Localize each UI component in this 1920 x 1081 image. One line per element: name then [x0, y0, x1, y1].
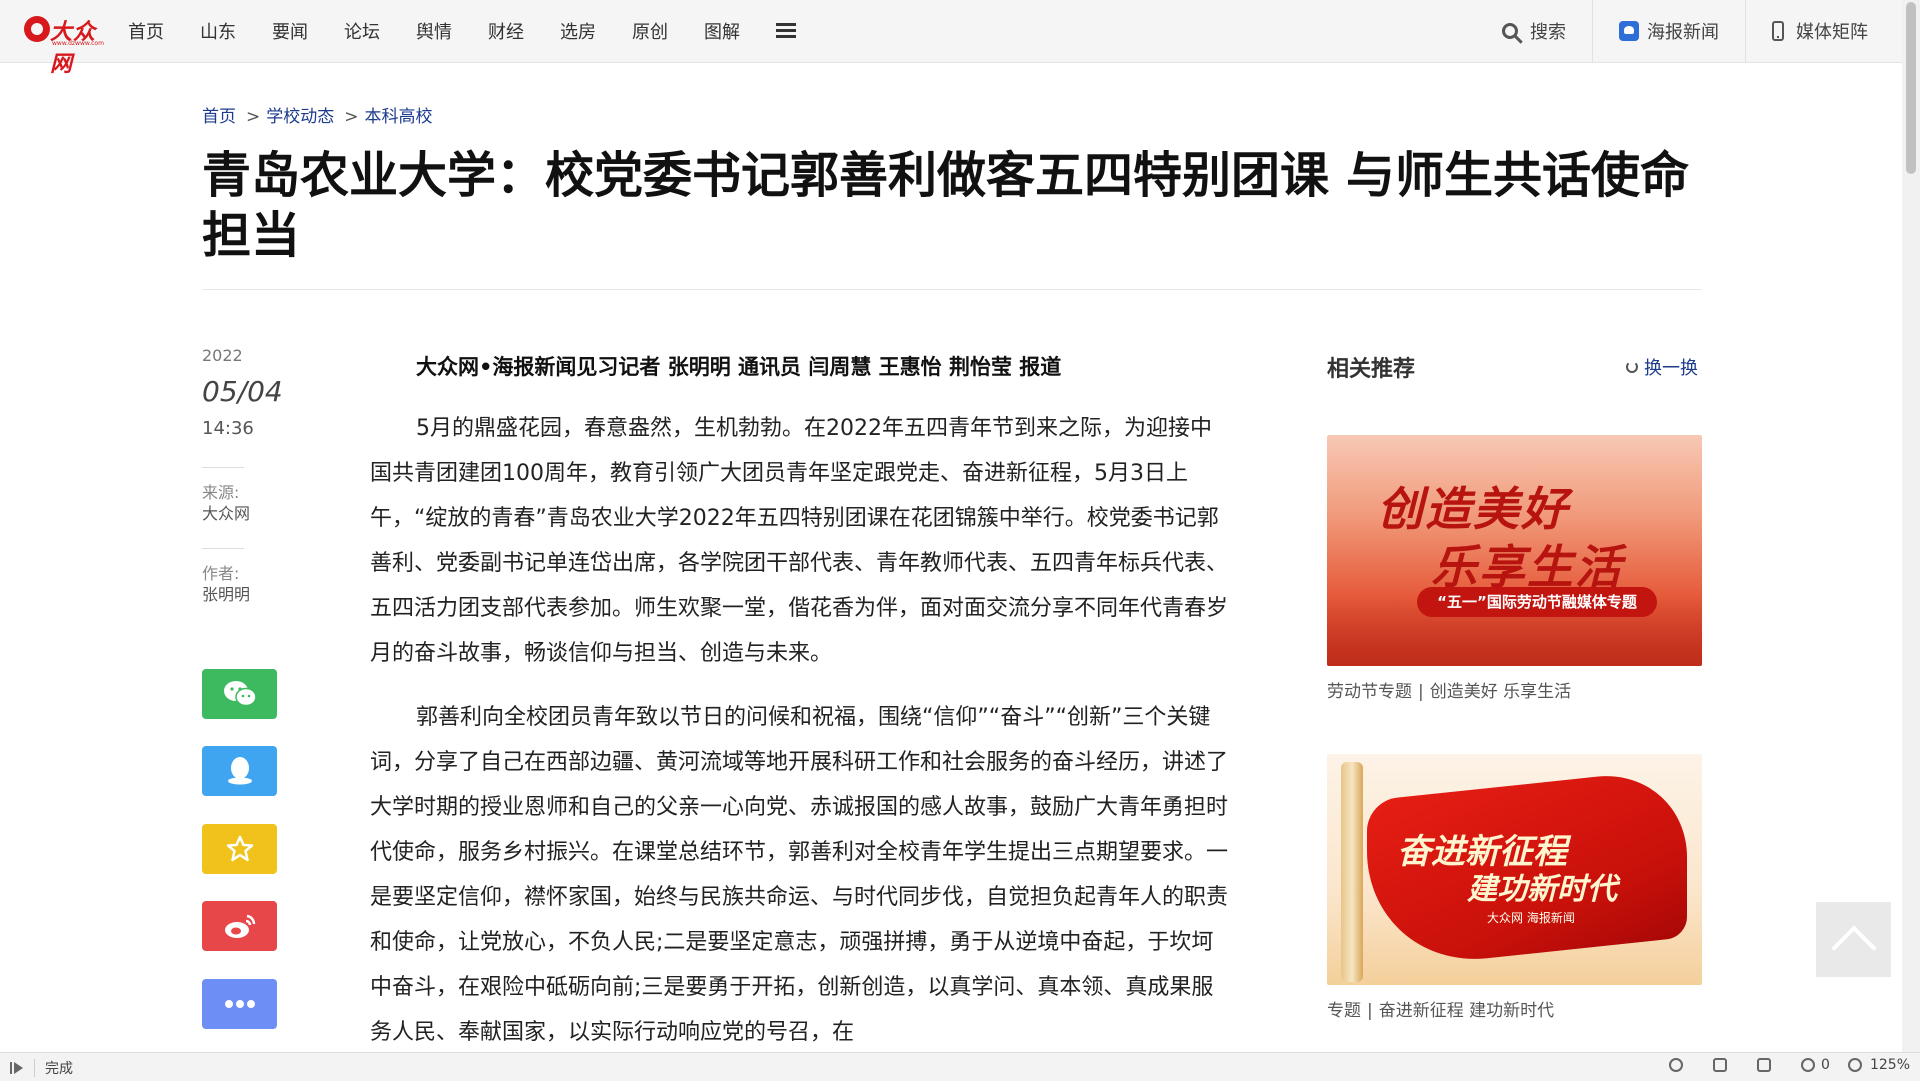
qq-icon: [227, 757, 252, 785]
nav-item-home[interactable]: 首页: [128, 18, 164, 44]
refresh-button[interactable]: 换一换: [1626, 354, 1698, 380]
status-text: 完成: [45, 1061, 73, 1077]
search-label: 搜索: [1530, 22, 1566, 43]
main-nav: 首页 山东 要闻 论坛 舆情 财经 选房 原创 图解: [128, 0, 796, 62]
zoom-icon[interactable]: [1847, 1058, 1862, 1072]
star-icon: [226, 835, 253, 862]
hamburger-menu-icon[interactable]: [776, 23, 796, 39]
article-meta: 2022 05/04 14:36 来源: 大众网 作者: 张明明: [202, 346, 283, 605]
haibao-app-icon: [1619, 21, 1639, 41]
haibao-label: 海报新闻: [1647, 22, 1719, 43]
source-label: 来源:: [202, 483, 240, 502]
author-value: 张明明: [202, 585, 251, 604]
nav-item-news[interactable]: 要闻: [272, 18, 308, 44]
caption-separator: |: [1418, 682, 1424, 702]
title-divider: [202, 289, 1702, 290]
back-to-top-button[interactable]: [1816, 902, 1891, 977]
nav-item-finance[interactable]: 财经: [488, 18, 524, 44]
huabiao-pillar-decoration: [1341, 762, 1363, 982]
nav-item-graphics[interactable]: 图解: [704, 18, 740, 44]
adblock-count: 0: [1821, 1057, 1830, 1073]
wechat-icon: [223, 681, 257, 707]
card-tag: 专题: [1327, 1001, 1361, 1021]
browser-status-bar: 完成 0 125%: [0, 1052, 1920, 1081]
share-more-button[interactable]: [202, 979, 277, 1029]
top-navbar: 大众网 www.dzwww.com 首页 山东 要闻 论坛 舆情 财经 选房 原…: [0, 0, 1902, 77]
share-wechat-button[interactable]: [202, 669, 277, 719]
adblock-icon[interactable]: [1801, 1058, 1816, 1072]
download-icon[interactable]: [1757, 1058, 1772, 1072]
scrollbar-thumb[interactable]: [1906, 2, 1916, 174]
share-favorite-button[interactable]: [202, 824, 277, 874]
publish-date: 05/04: [202, 375, 283, 408]
breadcrumb-separator: >: [246, 107, 261, 127]
weibo-icon: [224, 914, 255, 938]
article-title: 青岛农业大学：校党委书记郭善利做客五四特别团课 与师生共话使命担当: [202, 147, 1690, 264]
media-label: 媒体矩阵: [1796, 22, 1868, 43]
page-scrollbar[interactable]: [1902, 0, 1920, 1052]
card-tag: 劳动节专题: [1327, 682, 1412, 702]
breadcrumb-subsection[interactable]: 本科高校: [365, 107, 433, 127]
card-topic-pill: “五一”国际劳动节融媒体专题: [1417, 587, 1657, 617]
breadcrumb-separator: >: [344, 107, 359, 127]
meta-divider: [202, 467, 244, 468]
refresh-icon: [1626, 361, 1638, 373]
card-caption: 奋进新征程 建功新时代: [1378, 1001, 1555, 1021]
nav-item-forum[interactable]: 论坛: [344, 18, 380, 44]
phone-icon: [1772, 21, 1784, 41]
play-icon[interactable]: [10, 1061, 24, 1075]
breadcrumb: 首页 > 学校动态 > 本科高校: [202, 102, 433, 127]
nav-item-original[interactable]: 原创: [632, 18, 668, 44]
speaker-icon[interactable]: [1713, 1058, 1728, 1072]
article-byline: 大众网•海报新闻见习记者 张明明 通讯员 闫周慧 王惠怡 荆怡莹 报道: [416, 355, 1062, 379]
top-right-nav: 搜索 海报新闻 媒体矩阵: [1476, 0, 1902, 62]
logo-mark-icon: [24, 16, 50, 42]
related-card-caption-1[interactable]: 劳动节专题 | 创造美好 乐享生活: [1327, 677, 1571, 702]
card-caption: 创造美好 乐享生活: [1429, 682, 1572, 702]
card-headline: 建功新时代: [1467, 872, 1617, 907]
logo-subtext: www.dzwww.com: [52, 40, 104, 47]
related-card-caption-2[interactable]: 专题 | 奋进新征程 建功新时代: [1327, 996, 1554, 1021]
media-matrix-link[interactable]: 媒体矩阵: [1745, 0, 1902, 62]
share-weibo-button[interactable]: [202, 901, 277, 951]
search-icon: [1502, 23, 1518, 39]
related-card-image-1[interactable]: 创造美好 乐享生活 “五一”国际劳动节融媒体专题: [1327, 435, 1702, 666]
publish-year: 2022: [202, 346, 243, 365]
related-title: 相关推荐: [1327, 357, 1416, 382]
more-icon: [224, 1000, 255, 1008]
haibao-news-link[interactable]: 海报新闻: [1592, 0, 1745, 62]
caption-separator: |: [1367, 1001, 1373, 1021]
status-separator: [34, 1059, 35, 1077]
site-logo[interactable]: 大众网 www.dzwww.com: [24, 14, 116, 77]
source-value: 大众网: [202, 504, 251, 523]
zoom-level[interactable]: 125%: [1870, 1057, 1910, 1073]
nav-item-housing[interactable]: 选房: [560, 18, 596, 44]
meta-divider: [202, 548, 244, 549]
article-paragraph: 郭善利向全校团员青年致以节日的问候和祝福，围绕“信仰”“奋斗”“创新”三个关键词…: [370, 705, 1229, 1045]
nav-item-shandong[interactable]: 山东: [200, 18, 236, 44]
shield-icon[interactable]: [1669, 1058, 1684, 1072]
related-card-image-2[interactable]: 奋进新征程 建功新时代 大众网 海报新闻: [1327, 754, 1702, 985]
card-brand: 大众网 海报新闻: [1487, 911, 1575, 925]
publish-time: 14:36: [202, 418, 254, 439]
author-label: 作者:: [202, 564, 240, 583]
card-headline: 创造美好: [1377, 482, 1569, 536]
refresh-label: 换一换: [1644, 358, 1698, 379]
breadcrumb-section[interactable]: 学校动态: [266, 107, 334, 127]
article-paragraph: 5月的鼎盛花园，春意盎然，生机勃勃。在2022年五四青年节到来之际，为迎接中国共…: [370, 416, 1229, 666]
nav-item-opinion[interactable]: 舆情: [416, 18, 452, 44]
share-qq-button[interactable]: [202, 746, 277, 796]
search-button[interactable]: 搜索: [1476, 0, 1592, 62]
breadcrumb-home[interactable]: 首页: [202, 107, 236, 127]
